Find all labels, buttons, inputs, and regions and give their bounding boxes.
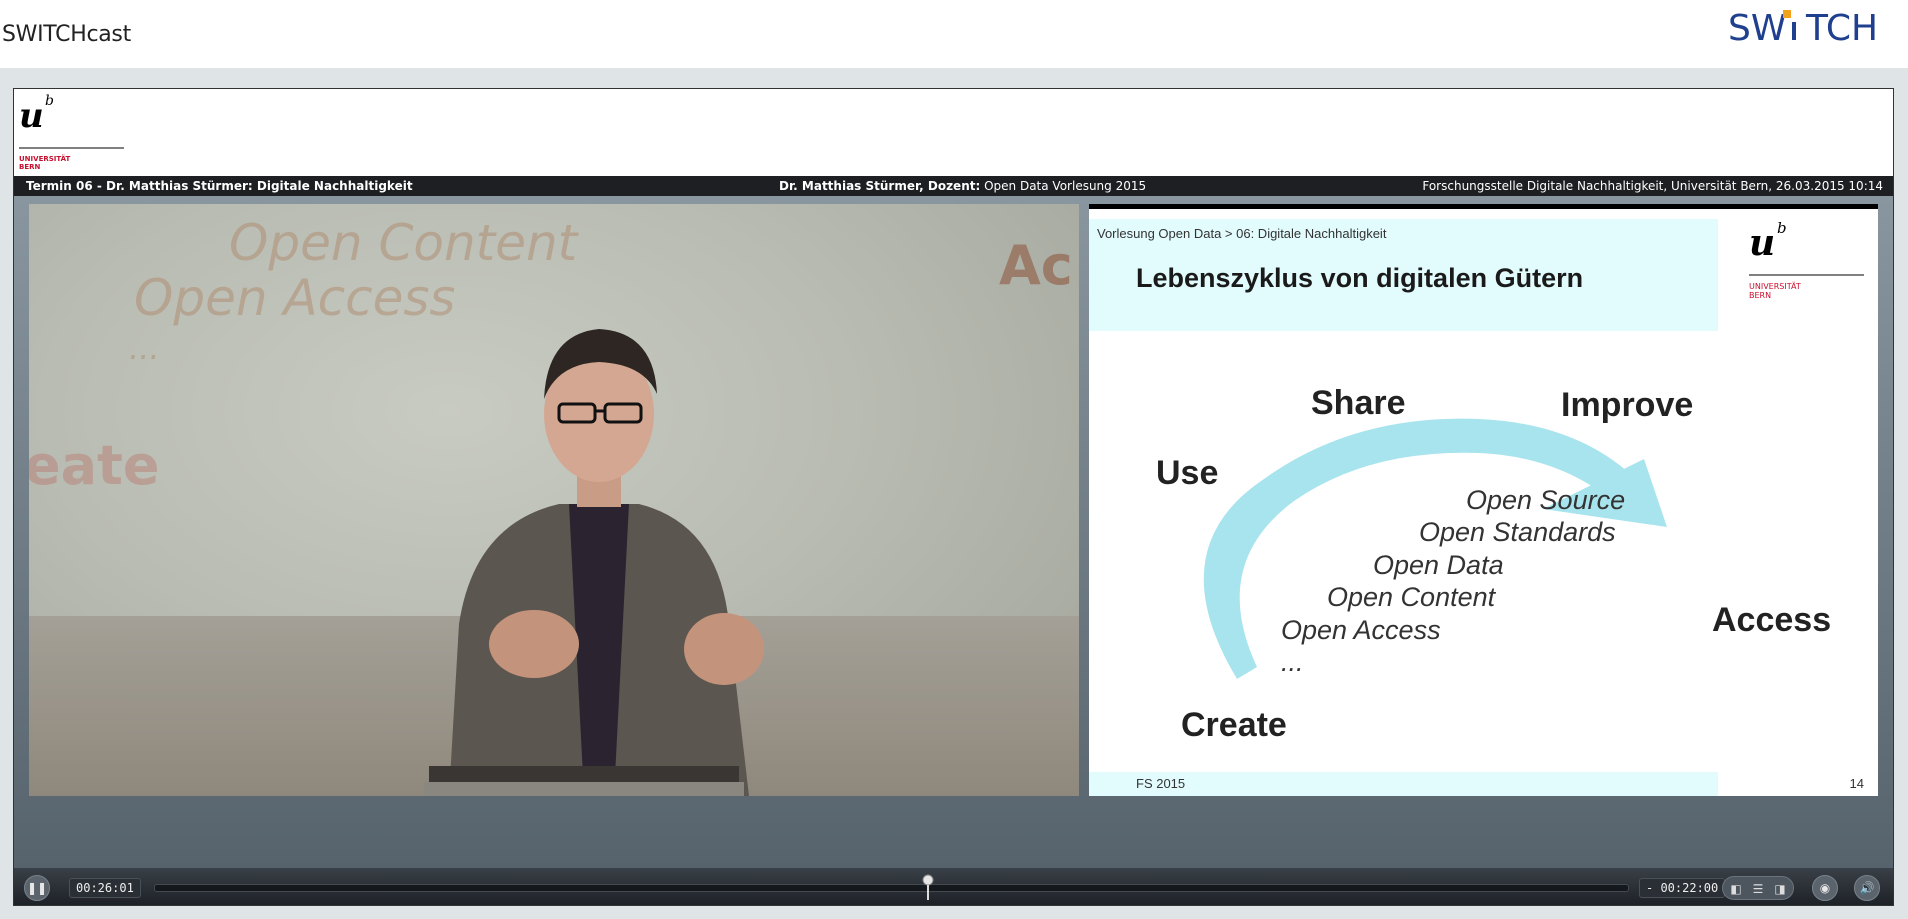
eye-icon: ◉: [1819, 881, 1831, 895]
open-item: Open Content: [1327, 582, 1496, 612]
university-logo-superscript: b: [45, 93, 54, 109]
seek-handle[interactable]: [921, 874, 935, 902]
university-logo: u b UNIVERSITÄT BERN: [19, 91, 129, 175]
cycle-label-access: Access: [1712, 601, 1832, 639]
switch-logo: SW TCH: [1726, 4, 1906, 50]
info-bar: Termin 06 - Dr. Matthias Stürmer: Digita…: [14, 176, 1893, 196]
brand-name: SWITCHcast: [2, 22, 131, 47]
video-player: u b UNIVERSITÄT BERN Termin 06 - Dr. Mat…: [13, 88, 1894, 906]
presenter-video[interactable]: Open Content Open Access ... eate Ac: [29, 204, 1079, 796]
slide-footer-text: FS 2015: [1136, 776, 1186, 791]
elapsed-time: 00:26:01: [69, 878, 141, 898]
pause-button[interactable]: ❚❚: [24, 875, 50, 901]
switch-logo-part2: TCH: [1805, 8, 1878, 46]
lecture-title: Termin 06 - Dr. Matthias Stürmer: Digita…: [26, 179, 413, 193]
player-controls: ❚❚ 00:26:01 - 00:22:00 ◧ ☰ ◨ ◉ 🔊: [14, 868, 1893, 905]
course-name: Open Data Vorlesung 2015: [980, 179, 1147, 193]
top-bar: SWITCHcast SW TCH: [0, 0, 1908, 68]
seek-bar[interactable]: [154, 884, 1629, 892]
cycle-label-share: Share: [1311, 384, 1406, 422]
volume-button[interactable]: 🔊: [1854, 875, 1880, 901]
open-item: Open Source: [1466, 485, 1626, 515]
pause-icon: ❚❚: [26, 881, 48, 895]
university-name-line1: UNIVERSITÄT: [19, 154, 70, 163]
open-item: Open Standards: [1419, 517, 1616, 547]
switch-logo-part1: SW: [1728, 8, 1786, 46]
video-only-icon[interactable]: ◧: [1725, 880, 1747, 898]
remaining-time: - 00:22:00: [1639, 878, 1726, 898]
university-name-line2: BERN: [19, 163, 41, 171]
cycle-label-use: Use: [1156, 454, 1219, 492]
sync-button[interactable]: ◉: [1812, 875, 1838, 901]
university-logo-letter: u: [19, 96, 44, 136]
slide-footer: FS 2015: [1089, 772, 1718, 796]
open-item: Open Data: [1373, 550, 1504, 580]
speaker-icon: 🔊: [1859, 881, 1875, 895]
presenter-figure: [424, 329, 764, 796]
presenter-name: Dr. Matthias Stürmer, Dozent:: [779, 179, 981, 193]
content-area: Open Content Open Access ... eate Ac Vor…: [14, 196, 1893, 868]
slide-only-icon[interactable]: ◨: [1769, 880, 1791, 898]
cycle-label-improve: Improve: [1561, 386, 1694, 424]
open-item: Open Access: [1281, 615, 1441, 645]
slide-view[interactable]: Vorlesung Open Data > 06: Digitale Nachh…: [1089, 204, 1878, 796]
slide-page-number: 14: [1849, 776, 1864, 791]
presenter-info: Dr. Matthias Stürmer, Dozent: Open Data …: [779, 176, 1146, 196]
cycle-label-create: Create: [1181, 706, 1287, 744]
stage: u b UNIVERSITÄT BERN Termin 06 - Dr. Mat…: [0, 68, 1908, 919]
split-layout-icon[interactable]: ☰: [1747, 880, 1769, 898]
recording-info: Forschungsstelle Digitale Nachhaltigkeit…: [1422, 179, 1883, 193]
open-item: ...: [1281, 647, 1304, 677]
layout-mode-switcher: ◧ ☰ ◨: [1722, 876, 1794, 900]
player-header: u b UNIVERSITÄT BERN: [14, 89, 1893, 176]
